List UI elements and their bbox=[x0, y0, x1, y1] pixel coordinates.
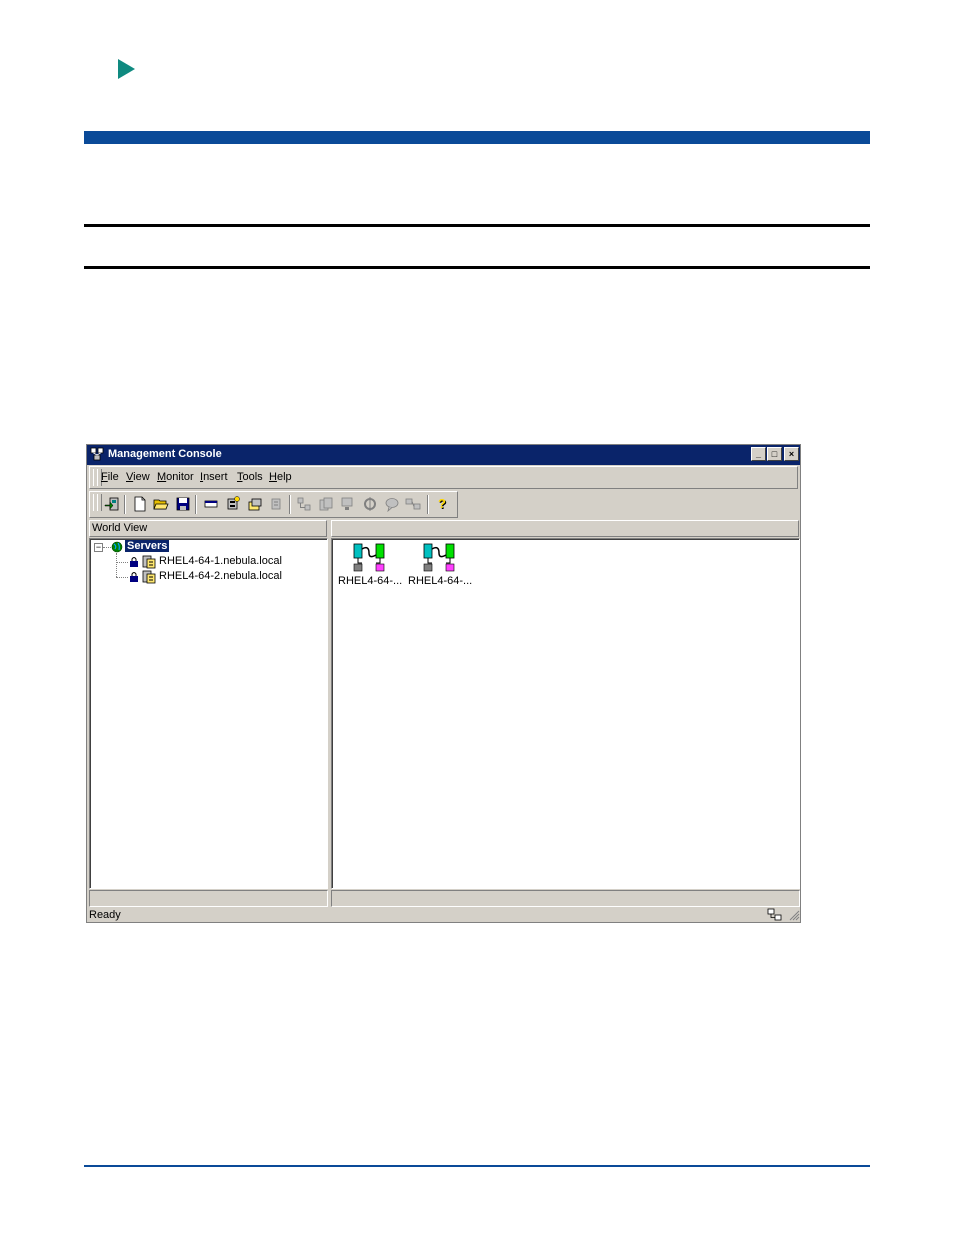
toolbar-separator bbox=[427, 495, 429, 514]
new-file-icon[interactable] bbox=[132, 496, 148, 512]
connect-icon[interactable] bbox=[104, 496, 120, 512]
toolbar: ? ? bbox=[89, 491, 458, 518]
lock-icon bbox=[130, 572, 138, 582]
cluster-icon-label-2: RHEL4-64-... bbox=[408, 575, 473, 587]
chat-icon[interactable] bbox=[384, 496, 400, 512]
menu-bar: File View Monitor Insert Tools Help bbox=[89, 466, 798, 489]
tree-item-server-2[interactable]: RHEL4-64-2.nebula.local bbox=[159, 570, 282, 582]
server-icon bbox=[142, 555, 156, 569]
close-button[interactable]: × bbox=[784, 447, 799, 461]
management-console-window: Management Console _ □ × File View Monit… bbox=[86, 444, 801, 923]
top-rule bbox=[84, 224, 870, 227]
footer-rule bbox=[84, 1165, 870, 1167]
toolbar-grip-2 bbox=[97, 494, 102, 511]
server-tree-icon[interactable] bbox=[296, 496, 312, 512]
menu-insert[interactable]: Insert bbox=[200, 471, 228, 483]
tree-item-server-1[interactable]: RHEL4-64-1.nebula.local bbox=[159, 555, 282, 567]
tree-root-servers[interactable]: Servers bbox=[125, 540, 170, 552]
maximize-button[interactable]: □ bbox=[767, 447, 782, 461]
list-view-icon[interactable] bbox=[203, 496, 219, 512]
svg-text:?: ? bbox=[438, 496, 446, 511]
menu-help[interactable]: Help bbox=[269, 471, 292, 483]
server-icon bbox=[142, 570, 156, 584]
menu-view[interactable]: View bbox=[126, 471, 150, 483]
second-rule bbox=[84, 266, 870, 269]
add-server-icon[interactable] bbox=[225, 496, 241, 512]
resize-grip-icon[interactable] bbox=[788, 909, 800, 921]
tree-connector bbox=[116, 562, 128, 563]
cluster-server-icon[interactable] bbox=[422, 543, 456, 573]
menu-monitor[interactable]: Monitor bbox=[157, 471, 194, 483]
toolbar-separator bbox=[124, 495, 126, 514]
world-view-header[interactable]: World View bbox=[89, 520, 327, 537]
tree-connector bbox=[103, 547, 111, 548]
add-group-icon[interactable] bbox=[247, 496, 263, 512]
properties-icon[interactable] bbox=[268, 496, 284, 512]
globe-icon bbox=[111, 541, 123, 553]
toolbar-separator bbox=[195, 495, 197, 514]
monitor-icon[interactable] bbox=[340, 496, 356, 512]
header-blue-bar bbox=[84, 131, 870, 144]
toolbar-separator bbox=[289, 495, 291, 514]
console-app-icon bbox=[90, 447, 104, 461]
detail-pane-footer bbox=[331, 890, 800, 907]
tree-pane[interactable]: − Servers RHEL4-64-1.nebula.local RHEL4-… bbox=[89, 538, 328, 889]
copy-icon[interactable] bbox=[318, 496, 334, 512]
lock-icon bbox=[130, 557, 138, 567]
window-title: Management Console bbox=[108, 448, 222, 460]
collapse-toggle[interactable]: − bbox=[94, 543, 103, 552]
tree-pane-footer bbox=[89, 890, 328, 907]
status-text: Ready bbox=[89, 909, 121, 921]
help-icon[interactable]: ? ? bbox=[435, 496, 451, 512]
cluster-icon-label-1: RHEL4-64-... bbox=[338, 575, 403, 587]
open-folder-icon[interactable] bbox=[153, 496, 169, 512]
tree-connector bbox=[116, 577, 128, 578]
section-arrow-icon bbox=[118, 59, 135, 79]
detail-header[interactable] bbox=[331, 520, 799, 537]
network-icon[interactable] bbox=[405, 496, 421, 512]
tree-connector bbox=[116, 553, 117, 577]
cluster-server-icon[interactable] bbox=[352, 543, 386, 573]
detail-pane[interactable]: RHEL4-64-... RHEL4-64-... bbox=[331, 538, 800, 889]
network-status-icon bbox=[767, 908, 782, 921]
save-icon[interactable] bbox=[175, 496, 191, 512]
title-bar[interactable]: Management Console _ □ × bbox=[87, 445, 800, 465]
menu-file[interactable]: File bbox=[101, 471, 119, 483]
minimize-button[interactable]: _ bbox=[751, 447, 766, 461]
tools-icon[interactable] bbox=[362, 496, 378, 512]
menu-tools[interactable]: Tools bbox=[237, 471, 263, 483]
